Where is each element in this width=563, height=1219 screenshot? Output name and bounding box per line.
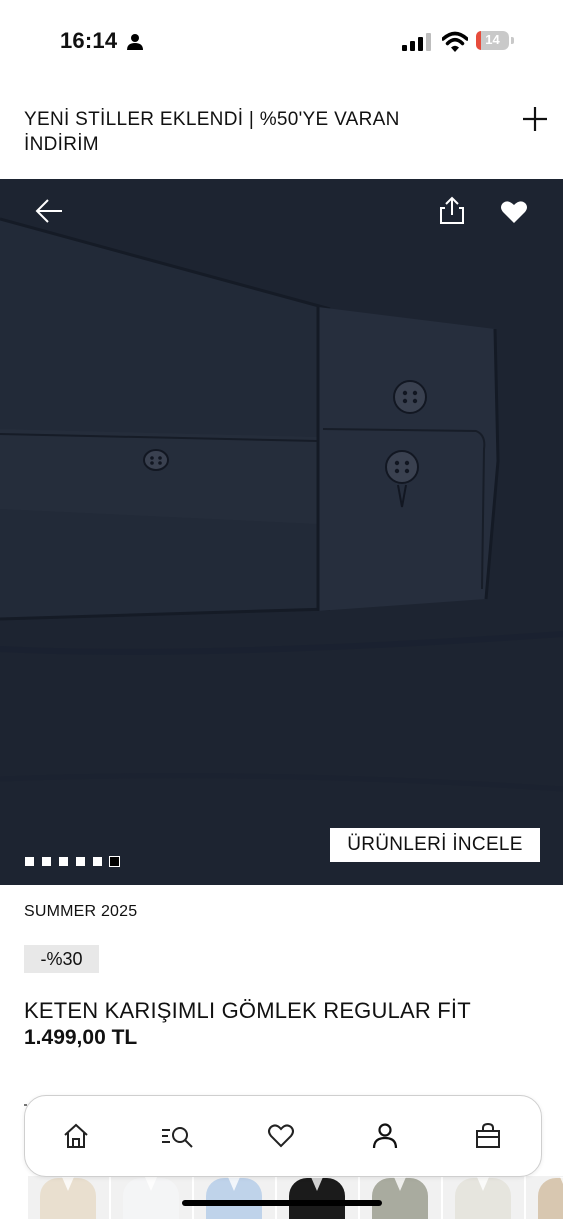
bottom-navigation [24, 1095, 542, 1177]
inspect-products-button[interactable]: ÜRÜNLERİ İNCELE [330, 828, 540, 862]
home-icon[interactable] [62, 1122, 90, 1150]
wifi-icon [442, 31, 468, 52]
pagination-dot[interactable] [75, 856, 86, 867]
battery-level: 14 [485, 32, 500, 47]
image-pagination[interactable] [24, 856, 120, 868]
promo-banner-text: YENİ STİLLER EKLENDİ | %50'YE VARAN İNDİ… [24, 109, 400, 155]
battery-icon: 14 [476, 31, 516, 52]
product-price: 1.499,00 TL [24, 1026, 138, 1049]
pagination-dot[interactable] [24, 856, 35, 867]
back-arrow-icon[interactable] [34, 197, 64, 225]
home-indicator[interactable] [182, 1200, 382, 1206]
status-time: 16:14 [60, 28, 118, 53]
search-icon[interactable] [161, 1122, 195, 1150]
account-icon[interactable] [371, 1122, 399, 1150]
pagination-dot[interactable] [58, 856, 69, 867]
person-icon [127, 34, 143, 50]
discount-badge: -%30 [24, 945, 99, 973]
related-product-thumbnail[interactable] [443, 1176, 524, 1219]
related-products-strip[interactable] [28, 1176, 563, 1219]
collection-label: SUMMER 2025 [24, 903, 138, 920]
product-image[interactable] [0, 179, 563, 885]
shirt-cuff-illustration [0, 179, 563, 885]
favorites-heart-icon[interactable] [267, 1122, 295, 1150]
heart-icon[interactable] [500, 199, 528, 225]
pagination-dot[interactable] [109, 856, 120, 867]
shirt-image [538, 1178, 563, 1219]
bag-icon[interactable] [474, 1122, 502, 1150]
related-product-thumbnail[interactable] [28, 1176, 109, 1219]
related-product-thumbnail[interactable] [526, 1176, 563, 1219]
plus-icon[interactable] [520, 104, 550, 134]
related-product-thumbnail[interactable] [360, 1176, 441, 1219]
pagination-dot[interactable] [92, 856, 103, 867]
related-product-thumbnail[interactable] [194, 1176, 275, 1219]
pagination-dot[interactable] [41, 856, 52, 867]
product-title: KETEN KARIŞIMLI GÖMLEK REGULAR FİT [24, 998, 471, 1023]
share-icon[interactable] [437, 196, 467, 226]
related-product-thumbnail[interactable] [277, 1176, 358, 1219]
related-product-thumbnail[interactable] [111, 1176, 192, 1219]
signal-icon [402, 33, 431, 51]
